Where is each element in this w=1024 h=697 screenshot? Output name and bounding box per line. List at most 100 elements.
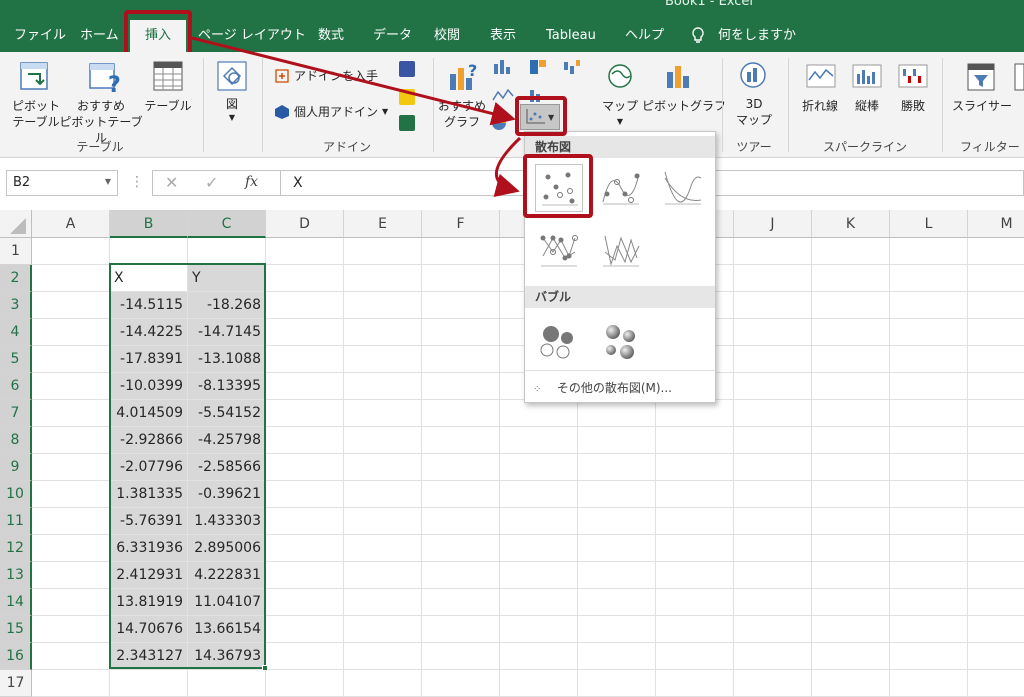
cell-x[interactable]: -2.07796 — [110, 454, 188, 481]
cell-y[interactable]: 1.433303 — [188, 508, 266, 535]
row-header[interactable]: 5 — [0, 346, 32, 373]
cell-empty[interactable] — [968, 616, 1024, 643]
name-box[interactable]: B2 ▼ — [6, 170, 118, 196]
cell-empty[interactable] — [968, 265, 1024, 292]
cell-empty[interactable] — [266, 265, 344, 292]
cell-empty[interactable] — [422, 616, 500, 643]
cell-x[interactable]: 13.81919 — [110, 589, 188, 616]
tab-page-layout[interactable]: ページ レイアウト — [198, 20, 306, 52]
cell-empty[interactable] — [422, 373, 500, 400]
cell-empty[interactable] — [734, 373, 812, 400]
cell-x[interactable]: 2.412931 — [110, 562, 188, 589]
tab-formulas[interactable]: 数式 — [318, 20, 344, 52]
cell-empty[interactable] — [812, 319, 890, 346]
cell-y[interactable]: -14.7145 — [188, 319, 266, 346]
cell-x[interactable]: -10.0399 — [110, 373, 188, 400]
cell-empty[interactable] — [422, 346, 500, 373]
column-header-j[interactable]: J — [734, 210, 812, 238]
cell-empty[interactable] — [344, 508, 422, 535]
cell-empty[interactable] — [968, 346, 1024, 373]
column-header-c[interactable]: C — [188, 210, 266, 238]
cell-empty[interactable] — [422, 643, 500, 670]
cell-empty[interactable] — [656, 643, 734, 670]
cell-x[interactable]: -5.76391 — [110, 508, 188, 535]
cell-empty[interactable] — [578, 562, 656, 589]
cell-empty[interactable] — [812, 508, 890, 535]
cell-empty[interactable] — [32, 346, 110, 373]
row-header[interactable]: 4 — [0, 319, 32, 346]
cell-empty[interactable] — [734, 616, 812, 643]
cell-empty[interactable] — [344, 670, 422, 697]
cell-empty[interactable] — [422, 508, 500, 535]
cell-empty[interactable] — [32, 454, 110, 481]
row-header[interactable]: 16 — [0, 643, 32, 670]
cell-x[interactable]: 1.381335 — [110, 481, 188, 508]
cell-empty[interactable] — [266, 346, 344, 373]
cell-y[interactable]: 14.36793 — [188, 643, 266, 670]
cell-x[interactable]: 4.014509 — [110, 400, 188, 427]
row-header[interactable]: 3 — [0, 292, 32, 319]
cell-empty[interactable] — [32, 616, 110, 643]
cell-empty[interactable] — [266, 481, 344, 508]
cell-empty[interactable] — [32, 481, 110, 508]
tab-data[interactable]: データ — [373, 20, 412, 52]
cell-empty[interactable] — [578, 481, 656, 508]
cell-empty[interactable] — [812, 238, 890, 265]
insert-function-icon[interactable]: fx — [245, 174, 258, 190]
cell-y[interactable]: -8.13395 — [188, 373, 266, 400]
cell-y[interactable]: Y — [188, 265, 266, 292]
cell-empty[interactable] — [734, 643, 812, 670]
row-header[interactable]: 7 — [0, 400, 32, 427]
cell-empty[interactable] — [344, 616, 422, 643]
tab-home[interactable]: ホーム — [80, 20, 119, 52]
cell-empty[interactable] — [500, 589, 578, 616]
cell-empty[interactable] — [890, 265, 968, 292]
cell-empty[interactable] — [266, 589, 344, 616]
cell-empty[interactable] — [344, 427, 422, 454]
cell-empty[interactable] — [32, 373, 110, 400]
cell-empty[interactable] — [422, 292, 500, 319]
cell-empty[interactable] — [656, 589, 734, 616]
cell-empty[interactable] — [266, 616, 344, 643]
cell-empty[interactable] — [500, 643, 578, 670]
cell-y[interactable]: -18.268 — [188, 292, 266, 319]
sparkline-winloss-button[interactable]: 勝敗 — [894, 98, 932, 114]
cell-empty[interactable] — [500, 454, 578, 481]
hierarchy-chart-icon[interactable] — [528, 58, 550, 79]
row-header[interactable]: 13 — [0, 562, 32, 589]
cell-empty[interactable] — [734, 670, 812, 697]
cell-empty[interactable] — [656, 535, 734, 562]
cell-empty[interactable] — [344, 265, 422, 292]
cell-empty[interactable] — [422, 481, 500, 508]
row-header[interactable]: 12 — [0, 535, 32, 562]
row-header[interactable]: 6 — [0, 373, 32, 400]
cell-empty[interactable] — [734, 427, 812, 454]
cell-empty[interactable] — [422, 265, 500, 292]
cell-x[interactable]: -17.8391 — [110, 346, 188, 373]
cell-empty[interactable] — [422, 535, 500, 562]
column-header-m[interactable]: M — [968, 210, 1024, 238]
cell-empty[interactable] — [578, 643, 656, 670]
cell-empty[interactable] — [890, 238, 968, 265]
cell-y[interactable]: -5.54152 — [188, 400, 266, 427]
row-header[interactable]: 2 — [0, 265, 32, 292]
cell-empty[interactable] — [32, 265, 110, 292]
cell-empty[interactable] — [656, 508, 734, 535]
3d-bubble-option[interactable] — [597, 316, 645, 364]
cell-empty[interactable] — [344, 589, 422, 616]
cell-empty[interactable] — [344, 643, 422, 670]
cell-empty[interactable] — [32, 400, 110, 427]
cell-y[interactable] — [188, 670, 266, 697]
cell-empty[interactable] — [578, 535, 656, 562]
cell-empty[interactable] — [812, 562, 890, 589]
cell-empty[interactable] — [500, 535, 578, 562]
cell-empty[interactable] — [812, 427, 890, 454]
cell-empty[interactable] — [890, 427, 968, 454]
cell-empty[interactable] — [344, 562, 422, 589]
enter-icon[interactable]: ✓ — [205, 173, 218, 192]
column-header-l[interactable]: L — [890, 210, 968, 238]
scatter-smooth-lines-option[interactable] — [659, 164, 707, 212]
cell-empty[interactable] — [812, 643, 890, 670]
cell-empty[interactable] — [890, 535, 968, 562]
cell-empty[interactable] — [32, 319, 110, 346]
